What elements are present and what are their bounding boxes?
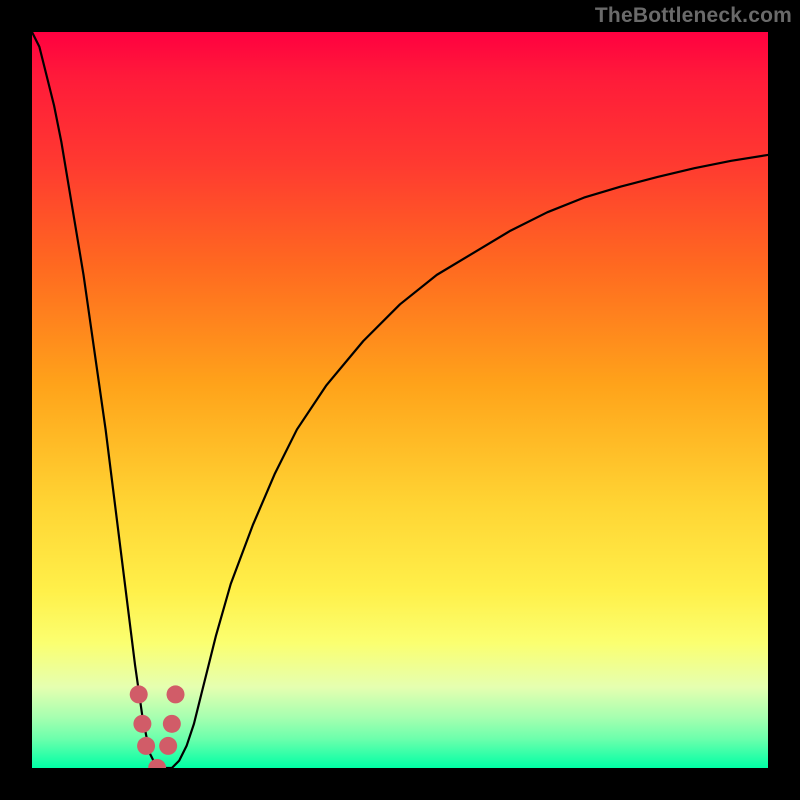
gradient-background [32,32,768,768]
plot-area [32,32,768,768]
watermark-label: TheBottleneck.com [595,4,792,28]
chart-frame: TheBottleneck.com [0,0,800,800]
